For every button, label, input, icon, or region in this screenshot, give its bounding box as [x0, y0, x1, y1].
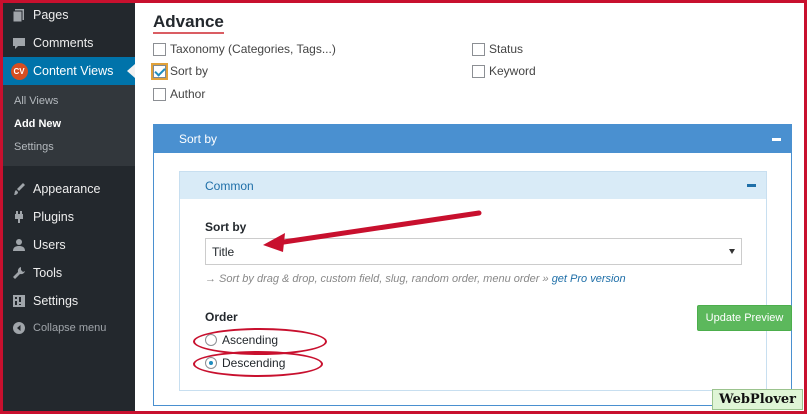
admin-sidebar: Pages Comments CV Content Views All View…	[0, 0, 135, 414]
menu-settings[interactable]: Settings	[0, 287, 135, 315]
radio-descending-dot[interactable]	[205, 357, 217, 369]
radio-descending-label: Descending	[222, 356, 286, 370]
plug-icon	[10, 208, 28, 226]
menu-content-views-label: Content Views	[33, 64, 114, 78]
menu-content-views[interactable]: CV Content Views	[0, 57, 135, 85]
section-title: Advance	[153, 12, 224, 34]
common-box-title: Common	[205, 178, 254, 193]
menu-tools-label: Tools	[33, 266, 63, 280]
sort-by-select-value: Title	[212, 244, 235, 259]
common-box: Common Sort by Title → Sort by drag & dr…	[179, 171, 767, 391]
checkbox-sort-by-label: Sort by	[170, 64, 209, 78]
content-views-icon: CV	[10, 62, 28, 80]
radio-ascending-dot[interactable]	[205, 334, 217, 346]
menu-pages[interactable]: Pages	[0, 1, 135, 29]
menu-appearance-label: Appearance	[33, 182, 101, 196]
checkbox-author-box[interactable]	[153, 87, 166, 101]
sort-hint-text: → Sort by drag & drop, custom field, slu…	[205, 273, 549, 285]
collapse-arrow-icon	[10, 319, 28, 337]
radio-ascending-label: Ascending	[222, 333, 279, 347]
main-content: Advance Taxonomy (Categories, Tags...) S…	[135, 0, 807, 414]
checkbox-taxonomy-label: Taxonomy (Categories, Tags...)	[170, 42, 336, 56]
content-views-submenu: All Views Add New Settings	[0, 85, 135, 166]
collapse-common-icon[interactable]	[746, 178, 756, 192]
checkbox-taxonomy-box[interactable]	[153, 42, 166, 56]
menu-comments-label: Comments	[33, 36, 94, 50]
collapse-menu[interactable]: Collapse menu	[0, 314, 135, 342]
menu-comments[interactable]: Comments	[0, 29, 135, 57]
order-label: Order	[205, 310, 238, 324]
sort-by-panel: Sort by Common Sort by Title → Sort by d…	[153, 124, 792, 406]
checkbox-status-label: Status	[489, 42, 524, 56]
comment-icon	[10, 34, 28, 52]
checkbox-status[interactable]: Status	[472, 42, 523, 56]
submenu-all-views[interactable]: All Views	[14, 95, 58, 107]
checkbox-sort-by-box[interactable]	[153, 64, 166, 78]
checkbox-keyword[interactable]: Keyword	[472, 64, 536, 78]
menu-tools[interactable]: Tools	[0, 259, 135, 287]
sort-by-label: Sort by	[205, 220, 247, 234]
sort-hint: → Sort by drag & drop, custom field, slu…	[205, 273, 626, 285]
user-icon	[10, 236, 28, 254]
menu-appearance[interactable]: Appearance	[0, 175, 135, 203]
chevron-down-icon	[729, 249, 735, 254]
checkbox-sort-by[interactable]: Sort by	[153, 64, 208, 78]
menu-plugins-label: Plugins	[33, 210, 74, 224]
common-box-header[interactable]: Common	[180, 172, 766, 199]
sort-by-panel-header[interactable]: Sort by	[154, 125, 791, 153]
sort-by-panel-title: Sort by	[179, 132, 218, 146]
submenu-add-new[interactable]: Add New	[14, 118, 61, 130]
watermark: WebPlover	[712, 389, 803, 410]
menu-users-label: Users	[33, 238, 66, 252]
checkbox-keyword-label: Keyword	[489, 64, 536, 78]
checkbox-keyword-box[interactable]	[472, 64, 485, 78]
paintbrush-icon	[10, 180, 28, 198]
wrench-icon	[10, 264, 28, 282]
collapse-panel-icon[interactable]	[771, 132, 781, 146]
get-pro-link[interactable]: get Pro version	[552, 273, 626, 285]
radio-ascending[interactable]: Ascending	[205, 333, 278, 347]
checkbox-author-label: Author	[170, 87, 206, 101]
radio-descending[interactable]: Descending	[205, 356, 285, 370]
menu-plugins[interactable]: Plugins	[0, 203, 135, 231]
menu-settings-label: Settings	[33, 294, 79, 308]
menu-users[interactable]: Users	[0, 231, 135, 259]
update-preview-button[interactable]: Update Preview	[697, 305, 792, 331]
settings-icon	[10, 292, 28, 310]
checkbox-status-box[interactable]	[472, 42, 485, 56]
pages-icon	[10, 6, 28, 24]
submenu-settings[interactable]: Settings	[14, 141, 54, 153]
collapse-menu-label: Collapse menu	[33, 322, 107, 334]
cv-badge: CV	[10, 62, 28, 80]
checkbox-taxonomy[interactable]: Taxonomy (Categories, Tags...)	[153, 42, 336, 56]
checkbox-author[interactable]: Author	[153, 87, 205, 101]
menu-pages-label: Pages	[33, 8, 69, 22]
annotation-arrow	[263, 210, 482, 252]
